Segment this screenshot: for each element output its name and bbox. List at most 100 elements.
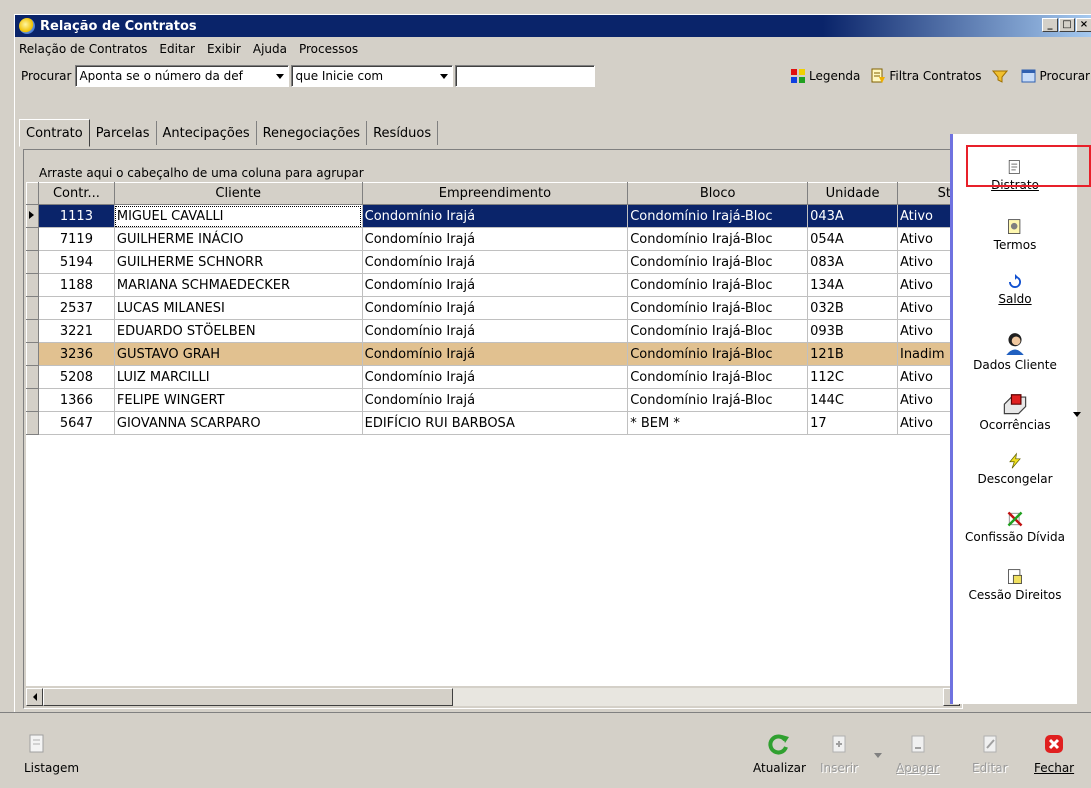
cell-bloco[interactable]: * BEM *: [627, 411, 809, 435]
row-indicator[interactable]: [26, 273, 39, 297]
cell-empreendimento[interactable]: Condomínio Irajá: [362, 273, 629, 297]
column-header-bloco[interactable]: Bloco: [627, 182, 809, 205]
cessao-direitos-button[interactable]: Cessão Direitos: [953, 568, 1077, 602]
cell-bloco[interactable]: Condomínio Irajá-Bloc: [627, 204, 809, 228]
menu-ajuda[interactable]: Ajuda: [253, 42, 287, 56]
listagem-button[interactable]: Listagem: [24, 733, 79, 775]
inserir-button[interactable]: Inserir: [820, 733, 858, 775]
cell-cliente[interactable]: FELIPE WINGERT: [114, 388, 363, 412]
cell-bloco[interactable]: Condomínio Irajá-Bloc: [627, 227, 809, 251]
search-button[interactable]: Procurar: [1021, 68, 1090, 84]
cell-bloco[interactable]: Condomínio Irajá-Bloc: [627, 365, 809, 389]
cell-contrato[interactable]: 3236: [38, 342, 115, 366]
cell-empreendimento[interactable]: EDIFÍCIO RUI BARBOSA: [362, 411, 629, 435]
column-header-unidade[interactable]: Unidade: [807, 182, 898, 205]
table-row[interactable]: 1188 MARIANA SCHMAEDECKER Condomínio Irajá…: [26, 273, 960, 297]
cell-bloco[interactable]: Condomínio Irajá-Bloc: [627, 296, 809, 320]
table-row[interactable]: 3221 EDUARDO STÖELBEN Condomínio Irajá Cond…: [26, 319, 960, 343]
search-field-select[interactable]: Aponta se o número da def: [75, 65, 290, 87]
cell-cliente[interactable]: GUILHERME INÁCIO: [114, 227, 363, 251]
cell-bloco[interactable]: Condomínio Irajá-Bloc: [627, 273, 809, 297]
cell-unidade[interactable]: 112C: [807, 365, 898, 389]
cell-cliente[interactable]: MARIANA SCHMAEDECKER: [114, 273, 363, 297]
cell-contrato[interactable]: 3221: [38, 319, 115, 343]
cell-contrato[interactable]: 5647: [38, 411, 115, 435]
close-window-button[interactable]: ×: [1076, 18, 1091, 32]
editar-button[interactable]: Editar: [972, 733, 1008, 775]
cell-bloco[interactable]: Condomínio Irajá-Bloc: [627, 319, 809, 343]
ocorrencias-dropdown-arrow-icon[interactable]: [1073, 412, 1081, 417]
cell-empreendimento[interactable]: Condomínio Irajá: [362, 250, 629, 274]
cell-cliente[interactable]: MIGUEL CAVALLI: [114, 204, 363, 228]
row-indicator[interactable]: [26, 342, 39, 366]
table-row[interactable]: 2537 LUCAS MILANESI Condomínio Irajá Condom…: [26, 296, 960, 320]
cell-bloco[interactable]: Condomínio Irajá-Bloc: [627, 388, 809, 412]
cell-unidade[interactable]: 083A: [807, 250, 898, 274]
table-row[interactable]: 5208 LUIZ MARCILLI Condomínio Irajá Condomí…: [26, 365, 960, 389]
filter-contracts-button[interactable]: Filtra Contratos: [870, 68, 982, 84]
cell-contrato[interactable]: 1113: [38, 204, 115, 228]
cell-empreendimento[interactable]: Condomínio Irajá: [362, 388, 629, 412]
horizontal-scrollbar[interactable]: [26, 688, 960, 706]
legend-button[interactable]: Legenda: [790, 68, 860, 84]
cell-unidade[interactable]: 032B: [807, 296, 898, 320]
cell-bloco[interactable]: Condomínio Irajá-Bloc: [627, 342, 809, 366]
distrato-button[interactable]: Distrato: [953, 158, 1077, 192]
cell-contrato[interactable]: 5194: [38, 250, 115, 274]
cell-empreendimento[interactable]: Condomínio Irajá: [362, 296, 629, 320]
table-row[interactable]: 5194 GUILHERME SCHNORR Condomínio Irajá Con…: [26, 250, 960, 274]
cell-cliente[interactable]: GUILHERME SCHNORR: [114, 250, 363, 274]
tab-renegociacoes[interactable]: Renegociações: [257, 121, 368, 145]
row-indicator[interactable]: [26, 365, 39, 389]
minimize-button[interactable]: _: [1042, 18, 1058, 32]
descongelar-button[interactable]: Descongelar: [953, 452, 1077, 486]
menu-exibir[interactable]: Exibir: [207, 42, 241, 56]
cell-unidade[interactable]: 144C: [807, 388, 898, 412]
cell-unidade[interactable]: 054A: [807, 227, 898, 251]
funnel-button[interactable]: [991, 68, 1011, 84]
cell-empreendimento[interactable]: Condomínio Irajá: [362, 227, 629, 251]
cell-bloco[interactable]: Condomínio Irajá-Bloc: [627, 250, 809, 274]
cell-unidade[interactable]: 121B: [807, 342, 898, 366]
tab-antecipacoes[interactable]: Antecipações: [157, 121, 257, 145]
cell-cliente[interactable]: GIOVANNA SCARPARO: [114, 411, 363, 435]
tab-residuos[interactable]: Resíduos: [367, 121, 439, 145]
inserir-dropdown-arrow-icon[interactable]: [874, 753, 882, 758]
scroll-left-button[interactable]: [26, 688, 43, 706]
row-indicator[interactable]: [26, 204, 39, 228]
row-indicator[interactable]: [26, 319, 39, 343]
cell-unidade[interactable]: 043A: [807, 204, 898, 228]
apagar-button[interactable]: Apagar: [896, 733, 939, 775]
atualizar-button[interactable]: Atualizar: [753, 733, 806, 775]
row-indicator[interactable]: [26, 411, 39, 435]
maximize-button[interactable]: □: [1059, 18, 1075, 32]
ocorrencias-button[interactable]: Ocorrências: [953, 390, 1077, 432]
table-row[interactable]: 1113 MIGUEL CAVALLI Condomínio Irajá Condom…: [26, 204, 960, 228]
termos-button[interactable]: Termos: [953, 218, 1077, 252]
cell-contrato[interactable]: 7119: [38, 227, 115, 251]
dados-cliente-button[interactable]: Dados Cliente: [953, 330, 1077, 372]
row-indicator[interactable]: [26, 250, 39, 274]
cell-cliente[interactable]: GUSTAVO GRAH: [114, 342, 363, 366]
column-header-empreendimento[interactable]: Empreendimento: [361, 182, 629, 205]
cell-cliente[interactable]: LUIZ MARCILLI: [114, 365, 363, 389]
cell-unidade[interactable]: 093B: [807, 319, 898, 343]
cell-empreendimento[interactable]: Condomínio Irajá: [362, 319, 629, 343]
table-row[interactable]: 1366 FELIPE WINGERT Condomínio Irajá Condom…: [26, 388, 960, 412]
menu-editar[interactable]: Editar: [159, 42, 195, 56]
cell-contrato[interactable]: 1188: [38, 273, 115, 297]
search-input[interactable]: [455, 65, 596, 87]
table-row[interactable]: 3236 GUSTAVO GRAH Condomínio Irajá Condomín…: [26, 342, 960, 366]
row-indicator[interactable]: [26, 227, 39, 251]
confissao-divida-button[interactable]: Confissão Dívida: [953, 510, 1077, 544]
column-header-cliente[interactable]: Cliente: [113, 182, 363, 205]
row-indicator[interactable]: [26, 296, 39, 320]
tab-parcelas[interactable]: Parcelas: [90, 121, 157, 145]
row-indicator[interactable]: [26, 388, 39, 412]
cell-unidade[interactable]: 134A: [807, 273, 898, 297]
cell-cliente[interactable]: EDUARDO STÖELBEN: [114, 319, 363, 343]
cell-unidade[interactable]: 17: [807, 411, 898, 435]
cell-empreendimento[interactable]: Condomínio Irajá: [362, 365, 629, 389]
group-by-area[interactable]: Arraste aqui o cabeçalho de uma coluna p…: [26, 152, 958, 180]
cell-empreendimento[interactable]: Condomínio Irajá: [362, 342, 629, 366]
